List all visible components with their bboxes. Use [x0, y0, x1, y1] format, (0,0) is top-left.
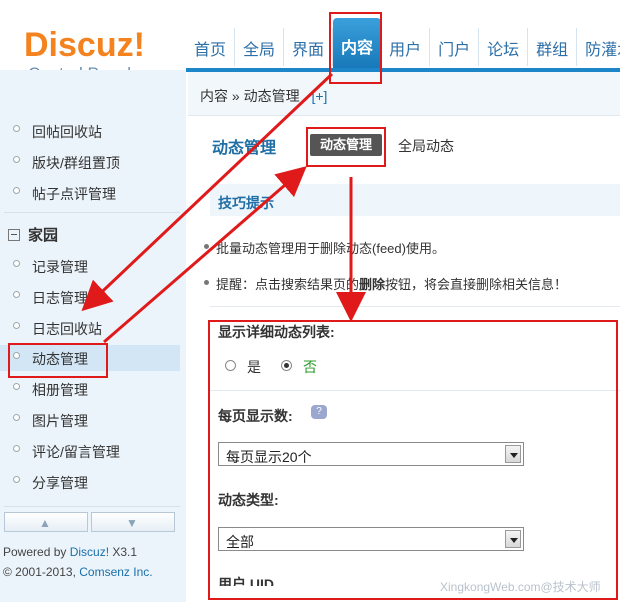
sidebar-item-albums[interactable]: 相册管理	[0, 376, 180, 402]
breadcrumb-bar: 内容 » 动态管理 [+]	[188, 72, 620, 116]
header: Discuz! Control Panel 首页 全局 界面 内容 用户 门户 …	[0, 0, 620, 83]
bullet-icon	[13, 383, 20, 390]
bullet-icon	[13, 156, 20, 163]
breadcrumb: 内容 » 动态管理 [+]	[200, 86, 327, 106]
bullet-icon	[13, 125, 20, 132]
tips-title: 技巧提示	[218, 195, 274, 211]
annotation-box-sidebar-feed	[8, 343, 108, 378]
nav-groups[interactable]: 群组	[528, 28, 578, 66]
sidebar-item-label: 日志回收站	[32, 321, 102, 337]
powered-prefix: Powered by	[3, 545, 70, 559]
logo-text: Discuz!	[24, 26, 145, 64]
sidebar-item-label: 帖子点评管理	[32, 186, 116, 202]
sidebar-item-blog-recycle[interactable]: 日志回收站	[0, 315, 180, 341]
sidebar-item-shares[interactable]: 分享管理	[0, 469, 180, 495]
nav-interface[interactable]: 界面	[284, 28, 334, 66]
tip-batch-delete: 批量动态管理用于删除动态(feed)使用。	[204, 238, 445, 257]
sidebar-item-comments[interactable]: 评论/留言管理	[0, 438, 180, 464]
nav-forum[interactable]: 论坛	[479, 28, 529, 66]
sidebar: 回帖回收站 版块/群组置顶 帖子点评管理 家园 记录管理 日志管理 日志回收站 …	[0, 70, 186, 602]
bullet-icon	[13, 476, 20, 483]
sidebar-item-reply-recycle[interactable]: 回帖回收站	[0, 118, 180, 144]
footer: Powered by Discuz! X3.1 © 2001-2013, Com…	[3, 542, 153, 582]
bullet-icon	[13, 322, 20, 329]
sidebar-item-pictures[interactable]: 图片管理	[0, 407, 180, 433]
sidebar-item-label: 评论/留言管理	[32, 444, 120, 460]
collapse-icon	[8, 229, 20, 241]
breadcrumb-separator: »	[231, 88, 240, 104]
tip-prefix: 提醒：点击搜索结果页的	[216, 277, 360, 292]
bullet-icon	[13, 260, 20, 267]
sidebar-item-label: 图片管理	[32, 413, 88, 429]
bullet-icon	[13, 414, 20, 421]
discuz-link[interactable]: Discuz!	[70, 545, 109, 559]
sidebar-item-records[interactable]: 记录管理	[0, 253, 180, 279]
sidebar-group-home[interactable]: 家园	[8, 224, 58, 245]
powered-by: Powered by Discuz! X3.1	[3, 542, 153, 562]
sidebar-item-label: 回帖回收站	[32, 124, 102, 140]
nav-users[interactable]: 用户	[381, 28, 431, 66]
breadcrumb-page: 动态管理	[243, 88, 300, 104]
scroll-up-button[interactable]: ▲	[4, 512, 88, 532]
bullet-icon	[13, 291, 20, 298]
section-divider	[210, 306, 620, 307]
tab-global-feed[interactable]: 全局动态	[398, 136, 454, 156]
add-shortcut-link[interactable]: [+]	[311, 88, 327, 104]
copyright: © 2001-2013, Comsenz Inc.	[3, 562, 153, 582]
sidebar-item-sticky[interactable]: 版块/群组置顶	[0, 149, 180, 175]
sidebar-item-post-comments[interactable]: 帖子点评管理	[0, 180, 180, 206]
tip-delete-warning: 提醒：点击搜索结果页的删除按钮，将会直接删除相关信息！	[203, 274, 568, 293]
sidebar-item-label: 分享管理	[32, 475, 88, 491]
sidebar-group-label: 家园	[28, 227, 59, 244]
top-navigation: 首页 全局 界面 内容 用户 门户 论坛 群组 防灌水	[186, 18, 620, 70]
sidebar-item-blogs[interactable]: 日志管理	[0, 284, 180, 310]
scroll-down-button[interactable]: ▼	[91, 512, 175, 532]
watermark: XingkongWeb.com@技术大师	[440, 580, 601, 594]
nav-home[interactable]: 首页	[186, 28, 236, 66]
nav-anti-spam[interactable]: 防灌水	[577, 28, 620, 66]
sidebar-divider	[4, 506, 180, 507]
tip-suffix: 按钮，将会直接删除相关信息！	[385, 277, 568, 292]
annotation-box-form	[208, 320, 618, 600]
tips-bar: 技巧提示	[210, 184, 620, 216]
arrow-up-icon: ▲	[39, 516, 51, 530]
sidebar-item-label: 相册管理	[32, 382, 88, 398]
sidebar-item-label: 版块/群组置顶	[32, 155, 120, 171]
sidebar-item-label: 记录管理	[32, 259, 88, 275]
page-title: 动态管理	[212, 140, 277, 157]
arrow-down-icon: ▼	[126, 516, 138, 530]
version: X3.1	[109, 545, 138, 559]
bullet-icon	[13, 187, 20, 194]
copyright-prefix: © 2001-2013,	[3, 565, 80, 579]
tip-bold: 删除	[359, 277, 386, 292]
sidebar-divider	[4, 212, 180, 213]
nav-global[interactable]: 全局	[235, 28, 285, 66]
sidebar-item-label: 日志管理	[32, 290, 88, 306]
breadcrumb-section[interactable]: 内容	[200, 88, 228, 104]
annotation-box-nav-content	[329, 12, 382, 84]
annotation-box-tab-feed	[306, 127, 386, 167]
bullet-icon	[13, 445, 20, 452]
nav-portal[interactable]: 门户	[430, 28, 480, 66]
comsenz-link[interactable]: Comsenz Inc.	[79, 565, 152, 579]
